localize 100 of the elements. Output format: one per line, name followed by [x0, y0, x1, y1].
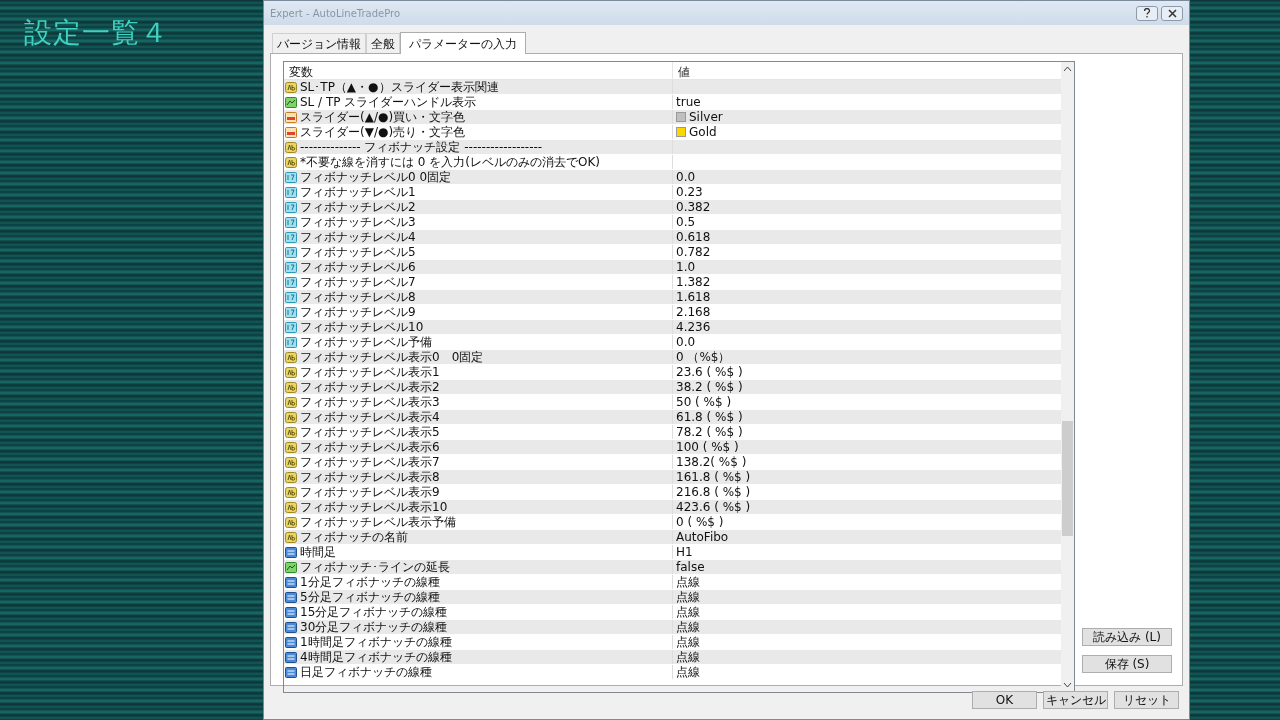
scroll-thumb[interactable]: [1062, 421, 1073, 536]
table-row[interactable]: 30分足フィボナッチの線種 点線: [284, 620, 1061, 635]
parameter-name: スライダー(▲/●)買い・文字色: [300, 110, 466, 124]
parameter-name: フィボナッチレベル4: [300, 230, 416, 244]
table-row[interactable]: フィボナッチ･ラインの延長 false: [284, 560, 1061, 575]
parameter-value: 100 ( %$ ): [676, 440, 739, 454]
number-type-icon: [285, 306, 297, 318]
parameter-value: 点線: [676, 620, 700, 634]
parameter-name: フィボナッチレベル表示予備: [300, 515, 456, 529]
parameter-name: フィボナッチレベル5: [300, 245, 416, 259]
help-button[interactable]: [1136, 5, 1158, 21]
table-row[interactable]: フィボナッチレベル6 1.0: [284, 260, 1061, 275]
parameter-value: H1: [676, 545, 693, 559]
parameter-name: 15分足フィボナッチの線種: [300, 605, 448, 619]
table-row[interactable]: -------------- フィボナッチ設定 ------------------: [284, 140, 1061, 155]
table-row[interactable]: フィボナッチレベル表示8 161.8 ( %$ ): [284, 470, 1061, 485]
parameter-value: 1.0: [676, 260, 696, 274]
table-row[interactable]: スライダー(▲/●)買い・文字色 Silver: [284, 110, 1061, 125]
text-type-icon: [285, 81, 297, 93]
parameter-value: 0.382: [676, 200, 711, 214]
parameter-name: 4時間足フィボナッチの線種: [300, 650, 452, 664]
text-type-icon: [285, 156, 297, 168]
table-row[interactable]: フィボナッチの名前 AutoFibo: [284, 530, 1061, 545]
parameter-name: フィボナッチレベル表示3: [300, 395, 440, 409]
tab[interactable]: パラメーターの入力: [400, 32, 526, 54]
parameter-name: 時間足: [300, 545, 336, 559]
table-row[interactable]: フィボナッチレベル表示4 61.8 ( %$ ): [284, 410, 1061, 425]
parameter-name: フィボナッチの名前: [300, 530, 408, 544]
parameter-name: 30分足フィボナッチの線種: [300, 620, 448, 634]
number-type-icon: [285, 186, 297, 198]
number-type-icon: [285, 246, 297, 258]
parameter-name: フィボナッチレベル0 0固定: [300, 170, 452, 184]
table-row[interactable]: 5分足フィボナッチの線種 点線: [284, 590, 1061, 605]
table-row[interactable]: フィボナッチレベル表示0 0固定 0 （%$）: [284, 350, 1061, 365]
list-type-icon: [285, 576, 297, 588]
parameter-name: フィボナッチレベル10: [300, 320, 424, 334]
text-type-icon: [285, 516, 297, 528]
parameter-value: 0.23: [676, 185, 703, 199]
list-type-icon: [285, 636, 297, 648]
parameter-name: 日足フィボナッチの線種: [300, 665, 432, 679]
parameter-name: SL･TP（▲・●）スライダー表示関連: [300, 80, 499, 94]
parameter-value: 点線: [676, 575, 700, 589]
parameter-value: false: [676, 560, 705, 574]
table-row[interactable]: 4時間足フィボナッチの線種 点線: [284, 650, 1061, 665]
table-row[interactable]: フィボナッチレベル2 0.382: [284, 200, 1061, 215]
parameter-value: 138.2( %$ ): [676, 455, 747, 469]
tab[interactable]: バージョン情報: [272, 33, 366, 53]
text-type-icon: [285, 471, 297, 483]
dialog-button[interactable]: リセット: [1114, 691, 1179, 709]
close-button[interactable]: [1161, 5, 1183, 21]
parameter-value: Silver: [689, 110, 723, 124]
scroll-down-icon[interactable]: [1063, 681, 1072, 689]
number-type-icon: [285, 336, 297, 348]
tab[interactable]: 全般: [366, 33, 400, 53]
parameter-name: SL / TP スライダーハンドル表示: [300, 95, 477, 109]
number-type-icon: [285, 171, 297, 183]
side-button[interactable]: 読み込み (L): [1082, 628, 1172, 646]
question-mark-icon: [1143, 8, 1151, 18]
list-type-icon: [285, 621, 297, 633]
parameter-name: フィボナッチレベル表示0 0固定: [300, 350, 484, 364]
table-row[interactable]: フィボナッチレベル表示2 38.2 ( %$ ): [284, 380, 1061, 395]
number-type-icon: [285, 261, 297, 273]
table-row[interactable]: フィボナッチレベル0 0固定 0.0: [284, 170, 1061, 185]
table-row[interactable]: フィボナッチレベル4 0.618: [284, 230, 1061, 245]
table-row[interactable]: フィボナッチレベル8 1.618: [284, 290, 1061, 305]
parameter-name: フィボナッチレベル表示6: [300, 440, 440, 454]
parameter-value: 61.8 ( %$ ): [676, 410, 743, 424]
number-type-icon: [285, 276, 297, 288]
parameter-name: スライダー(▼/●)売り・文字色: [300, 125, 466, 139]
text-type-icon: [285, 396, 297, 408]
parameter-value: 423.6 ( %$ ): [676, 500, 751, 514]
parameter-value: true: [676, 95, 701, 109]
parameter-name: -------------- フィボナッチ設定 ------------------: [300, 140, 543, 154]
parameter-name: 1分足フィボナッチの線種: [300, 575, 440, 589]
number-type-icon: [285, 291, 297, 303]
parameter-value: 点線: [676, 590, 700, 604]
table-row[interactable]: フィボナッチレベル10 4.236: [284, 320, 1061, 335]
dialog-button[interactable]: キャンセル: [1043, 691, 1108, 709]
parameter-value: Gold: [689, 125, 717, 139]
parameter-value: 23.6 ( %$ ): [676, 365, 743, 379]
parameter-name: フィボナッチレベル6: [300, 260, 416, 274]
parameter-name: フィボナッチレベル1: [300, 185, 416, 199]
table-row[interactable]: フィボナッチレベル表示10 423.6 ( %$ ): [284, 500, 1061, 515]
list-type-icon: [285, 606, 297, 618]
list-type-icon: [285, 591, 297, 603]
parameter-value: 161.8 ( %$ ): [676, 470, 751, 484]
dialog-button[interactable]: OK: [972, 691, 1037, 709]
table-row[interactable]: フィボナッチレベル表示6 100 ( %$ ): [284, 440, 1061, 455]
table-row[interactable]: SL･TP（▲・●）スライダー表示関連: [284, 80, 1061, 95]
parameter-value: 0.0: [676, 170, 696, 184]
parameter-name: フィボナッチレベル表示8: [300, 470, 440, 484]
parameter-value: 点線: [676, 665, 700, 679]
parameter-name: フィボナッチレベル2: [300, 200, 416, 214]
list-type-icon: [285, 546, 297, 558]
parameter-value: 点線: [676, 635, 700, 649]
parameter-name: 1時間足フィボナッチの線種: [300, 635, 452, 649]
scroll-up-icon[interactable]: [1063, 65, 1072, 73]
side-button[interactable]: 保存 (S): [1082, 655, 1172, 673]
color-type-icon: [285, 111, 297, 123]
table-row[interactable]: 日足フィボナッチの線種 点線: [284, 665, 1061, 680]
